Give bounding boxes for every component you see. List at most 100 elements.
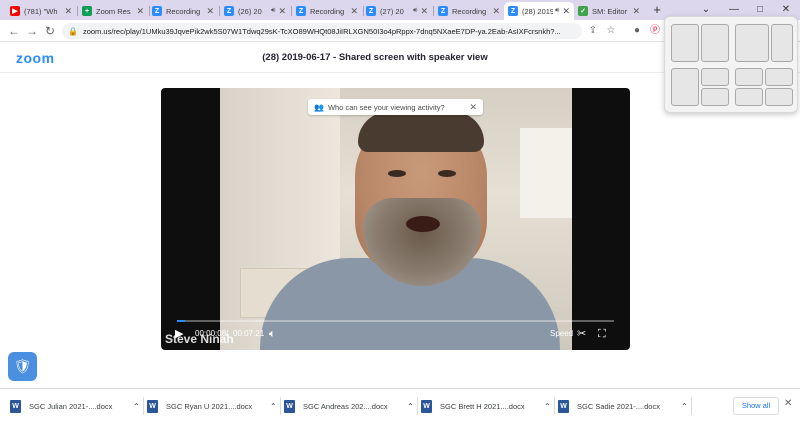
download-filename: SGC Sadie 2021-....docx <box>577 401 660 411</box>
speed-button[interactable]: Speed <box>550 326 573 342</box>
close-downloads-bar-icon[interactable]: ✕ <box>784 398 792 409</box>
url-text: zoom.us/rec/play/1UMku39JqvePik2wk5S07W1… <box>82 26 561 36</box>
video-frame[interactable] <box>220 88 572 350</box>
zoom-icon: Z <box>438 6 448 16</box>
snap-zone[interactable] <box>765 68 793 86</box>
security-extension-button[interactable]: 🛡︎ <box>8 352 37 381</box>
shield-check-icon: 🛡︎ <box>13 358 32 374</box>
download-filename: SGC Julian 2021-....docx <box>29 401 113 411</box>
snap-zone[interactable] <box>701 68 729 86</box>
snap-layout-two-thirds[interactable] <box>735 24 793 62</box>
chevron-up-icon[interactable]: ⌃ <box>407 402 414 411</box>
snap-zone[interactable] <box>671 68 699 106</box>
video-player[interactable]: Steve Ninah <box>161 88 630 350</box>
play-icon[interactable]: ▶ <box>175 326 183 342</box>
viewing-activity-banner[interactable]: 👥 Who can see your viewing activity? ✕ <box>308 99 483 115</box>
progress-bar[interactable] <box>177 320 614 322</box>
share-icon[interactable]: ⇪ <box>586 23 600 39</box>
browser-tab[interactable]: Z (26) 20 🔊︎ ✕ <box>220 2 290 20</box>
snap-zone[interactable] <box>735 88 763 106</box>
audio-playing-icon[interactable]: 🔊︎ <box>555 7 559 15</box>
scissors-icon[interactable]: ✂ <box>577 326 586 342</box>
page-title: (28) 2019-06-17 - Shared screen with spe… <box>262 52 488 63</box>
snap-zone[interactable] <box>765 88 793 106</box>
forward-button[interactable]: → <box>24 23 40 39</box>
tab-title: (28) 2019- <box>522 6 554 16</box>
extension-icon[interactable]: ● <box>630 23 644 39</box>
browser-tab[interactable]: Z Recording ✕ <box>292 2 362 20</box>
tab-title: Recording <box>166 6 201 16</box>
snap-layout-quarters[interactable] <box>735 68 793 106</box>
back-button[interactable]: ← <box>6 23 22 39</box>
current-time: 00:00:08 <box>195 329 227 338</box>
audio-playing-icon[interactable]: 🔊︎ <box>413 7 417 15</box>
browser-tab[interactable]: + Zoom Res ✕ <box>78 2 148 20</box>
browser-tab[interactable]: ✓ SM: Editor ✕ <box>574 2 644 20</box>
downloads-bar: W SGC Julian 2021-....docx ⌃ W SGC Ryan U 20… <box>0 388 800 423</box>
download-item[interactable]: W SGC Brett H 2021....docx ⌃ <box>421 395 551 417</box>
bookmark-star-icon[interactable]: ☆ <box>604 23 618 39</box>
close-tab-icon[interactable]: ✕ <box>278 6 286 17</box>
snap-zone[interactable] <box>701 88 729 106</box>
snap-layout-half-quarters[interactable] <box>671 68 729 106</box>
tab-title: (27) 20 <box>380 6 404 16</box>
people-icon: 👥 <box>314 102 324 112</box>
download-item[interactable]: W SGC Sadie 2021-....docx ⌃ <box>558 395 688 417</box>
reload-icon: ↻ <box>44 24 56 38</box>
word-document-icon: W <box>284 399 295 413</box>
chevron-up-icon[interactable]: ⌃ <box>544 402 551 411</box>
lock-icon: 🔒 <box>68 26 78 36</box>
chevron-up-icon[interactable]: ⌃ <box>133 402 140 411</box>
close-tab-icon[interactable]: ✕ <box>206 6 214 17</box>
download-separator <box>280 397 281 415</box>
chevron-up-icon[interactable]: ⌃ <box>681 402 688 411</box>
download-item[interactable]: W SGC Ryan U 2021....docx ⌃ <box>147 395 277 417</box>
download-item[interactable]: W SGC Julian 2021-....docx ⌃ <box>10 395 140 417</box>
player-controls: ▶ 00:00:08 / 00:07:21 🔈︎ Speed ✂ ⛶ <box>161 324 630 344</box>
word-document-icon: W <box>558 399 569 413</box>
fullscreen-icon[interactable]: ⛶ <box>598 326 606 342</box>
browser-tab[interactable]: Z (28) 2019-🔊︎✕ <box>504 2 574 20</box>
snap-zone[interactable] <box>735 24 769 62</box>
snap-layouts-flyout <box>664 16 798 113</box>
speaker-eye <box>388 170 406 177</box>
browser-tab[interactable]: ▶ (781) "Wh ✕ <box>6 2 76 20</box>
new-tab-button[interactable]: + <box>650 2 664 18</box>
close-tab-icon[interactable]: ✕ <box>64 6 72 17</box>
download-filename: SGC Andreas 202....docx <box>303 401 388 411</box>
pinterest-icon[interactable]: ⓟ <box>648 23 662 39</box>
browser-tab[interactable]: Z Recording ✕ <box>148 2 218 20</box>
zoom-icon: Z <box>508 6 518 16</box>
address-bar[interactable]: 🔒 zoom.us/rec/play/1UMku39JqvePik2wk5S07… <box>62 23 582 39</box>
zoom-logo[interactable]: zoom <box>16 50 55 66</box>
show-all-downloads-button[interactable]: Show all <box>733 397 779 415</box>
volume-icon[interactable]: 🔈︎ <box>269 326 276 342</box>
tab-title: Recording <box>452 6 487 16</box>
snap-layout-halves[interactable] <box>671 24 729 62</box>
snap-zone[interactable] <box>701 24 729 62</box>
close-tab-icon[interactable]: ✕ <box>562 6 570 17</box>
zoom-icon: Z <box>296 6 306 16</box>
shield-icon: ✓ <box>578 6 588 16</box>
download-item[interactable]: W SGC Andreas 202....docx ⌃ <box>284 395 414 417</box>
close-tab-icon[interactable]: ✕ <box>136 6 144 17</box>
chevron-up-icon[interactable]: ⌃ <box>270 402 277 411</box>
audio-playing-icon[interactable]: 🔊︎ <box>271 7 275 15</box>
close-tab-icon[interactable]: ✕ <box>492 6 500 17</box>
reload-button[interactable]: ↻ <box>42 23 58 39</box>
viewing-activity-text: Who can see your viewing activity? <box>327 102 445 112</box>
snap-zone[interactable] <box>671 24 699 62</box>
snap-zone[interactable] <box>735 68 763 86</box>
download-separator <box>554 397 555 415</box>
browser-tab[interactable]: Z Recording ✕ <box>434 2 504 20</box>
close-tab-icon[interactable]: ✕ <box>350 6 358 17</box>
download-separator <box>417 397 418 415</box>
download-filename: SGC Ryan U 2021....docx <box>166 401 253 411</box>
close-tab-icon[interactable]: ✕ <box>632 6 640 17</box>
close-icon[interactable]: ✕ <box>469 102 477 113</box>
close-tab-icon[interactable]: ✕ <box>420 6 428 17</box>
speaker-hair <box>358 112 484 152</box>
tab-title: SM: Editor <box>592 6 628 16</box>
snap-zone[interactable] <box>771 24 793 62</box>
browser-tab[interactable]: Z (27) 20 🔊︎ ✕ <box>362 2 432 20</box>
